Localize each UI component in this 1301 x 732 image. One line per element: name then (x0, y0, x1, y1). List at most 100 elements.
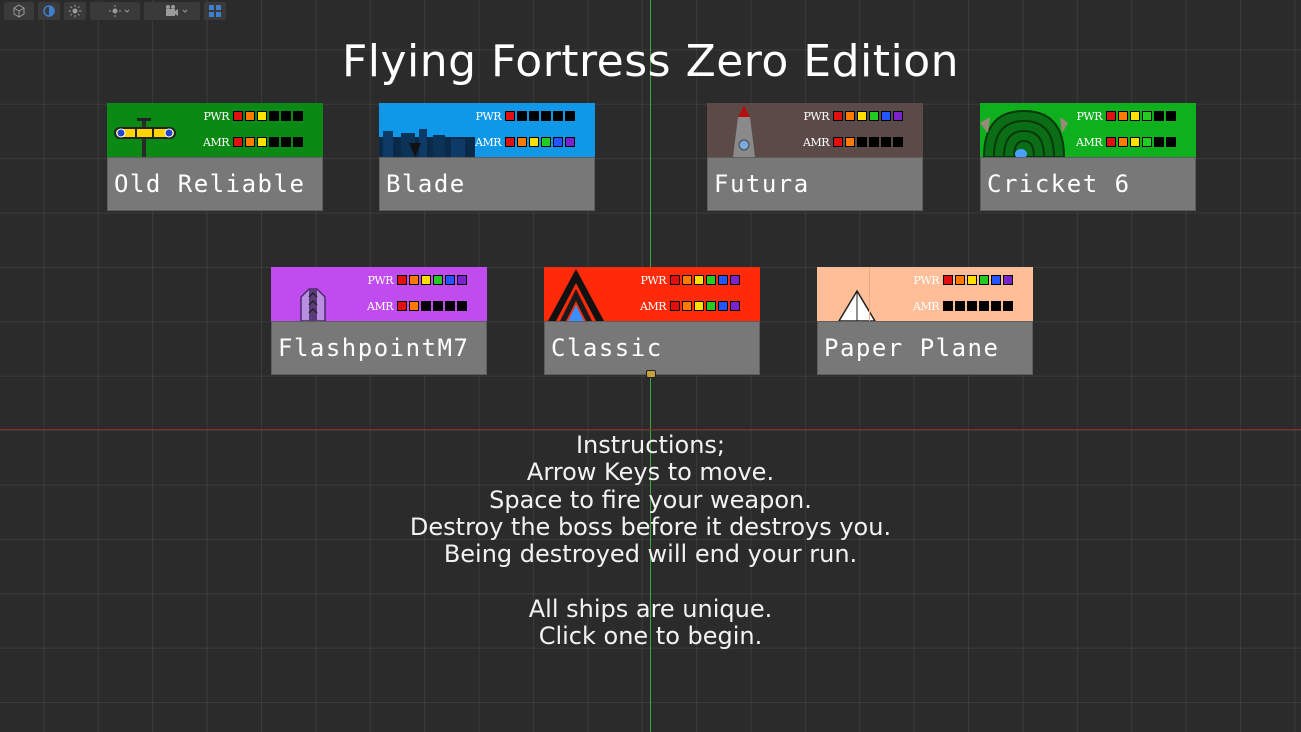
editor-toolbar (0, 0, 226, 22)
armor-pip (269, 137, 279, 147)
ship-banner: PWR AMR (107, 103, 323, 157)
ship-stats: PWR AMR (636, 273, 742, 321)
power-pip (541, 111, 551, 121)
power-pip (1118, 111, 1128, 121)
power-pip (943, 275, 953, 285)
armor-pip (1003, 301, 1013, 311)
instruction-line: All ships are unique. (528, 594, 773, 623)
power-pip (1166, 111, 1176, 121)
power-pip (682, 275, 692, 285)
armor-pip (718, 301, 728, 311)
ship-banner: PWR AMR (980, 103, 1196, 157)
ship-banner: PWR AMR (271, 267, 487, 321)
armor-pip (967, 301, 977, 311)
armor-pip (281, 137, 291, 147)
blade-ship-icon (379, 129, 475, 157)
lighting-dropdown-icon[interactable] (90, 2, 140, 20)
armor-pip (1106, 137, 1116, 147)
armor-label: AMR (1076, 135, 1103, 149)
power-label: PWR (367, 273, 394, 287)
armor-label: AMR (803, 135, 830, 149)
power-stat: PWR (471, 109, 577, 123)
armor-label: AMR (913, 299, 940, 313)
armor-pip (517, 137, 527, 147)
armor-label: AMR (367, 299, 394, 313)
power-pip (991, 275, 1001, 285)
ship-card-blade[interactable]: PWR AMR Blade (379, 103, 595, 211)
armor-pip (529, 137, 539, 147)
instruction-line: Click one to begin. (538, 622, 763, 651)
ship-card-cricket-6[interactable]: PWR AMR Cricket 6 (980, 103, 1196, 211)
armor-pip (943, 301, 953, 311)
power-pip (1130, 111, 1140, 121)
ship-card-futura[interactable]: PWR AMR Futura (707, 103, 923, 211)
armor-pip (1142, 137, 1152, 147)
power-pip (257, 111, 267, 121)
armor-pip (682, 301, 692, 311)
power-stat: PWR (799, 109, 905, 123)
power-pip (857, 111, 867, 121)
armor-stat: AMR (799, 135, 905, 149)
power-pip (955, 275, 965, 285)
scene-camera-icon[interactable] (144, 2, 200, 20)
power-pip (1003, 275, 1013, 285)
armor-stat: AMR (636, 299, 742, 313)
power-pip (967, 275, 977, 285)
armor-pip (433, 301, 443, 311)
power-pip (505, 111, 515, 121)
armor-pip (979, 301, 989, 311)
armor-pip (730, 301, 740, 311)
cube-icon[interactable] (4, 2, 34, 20)
power-pip (893, 111, 903, 121)
ship-card-flashpointm7[interactable]: PWR AMR FlashpointM7 (271, 267, 487, 375)
instruction-line: Being destroyed will end your run. (443, 540, 858, 569)
instruction-line: Destroy the boss before it destroys you. (409, 512, 892, 541)
armor-stat: AMR (1072, 135, 1178, 149)
ship-card-paper-plane[interactable]: PWR AMR Paper Plane (817, 267, 1033, 375)
cricket-ship-icon (980, 109, 1068, 157)
instructions-heading: Instructions; (575, 431, 726, 459)
armor-pip (505, 137, 515, 147)
power-pip (979, 275, 989, 285)
power-stat: PWR (1072, 109, 1178, 123)
power-pip (1142, 111, 1152, 121)
power-stat: PWR (363, 273, 469, 287)
power-label: PWR (1076, 109, 1103, 123)
power-pip (397, 275, 407, 285)
power-pip (409, 275, 419, 285)
power-stat: PWR (636, 273, 742, 287)
ship-stats: PWR AMR (199, 109, 305, 157)
armor-pip (955, 301, 965, 311)
sun-icon[interactable] (64, 2, 86, 20)
power-pip (881, 111, 891, 121)
armor-stat: AMR (199, 135, 305, 149)
armor-pip (694, 301, 704, 311)
ship-stats: PWR AMR (471, 109, 577, 157)
armor-pip (293, 137, 303, 147)
power-label: PWR (913, 273, 940, 287)
ship-name: Classic (544, 321, 760, 375)
armor-pip (670, 301, 680, 311)
power-pip (433, 275, 443, 285)
armor-pip (1166, 137, 1176, 147)
armor-pip (881, 137, 891, 147)
ship-card-classic[interactable]: PWR AMR Classic (544, 267, 760, 375)
power-pip (1106, 111, 1116, 121)
power-pip (421, 275, 431, 285)
power-pip (730, 275, 740, 285)
armor-pip (233, 137, 243, 147)
power-pip (1154, 111, 1164, 121)
contrast-icon[interactable] (38, 2, 60, 20)
power-pip (565, 111, 575, 121)
power-pip (706, 275, 716, 285)
ship-name: Cricket 6 (980, 157, 1196, 211)
power-label: PWR (203, 109, 230, 123)
armor-label: AMR (475, 135, 502, 149)
armor-pip (845, 137, 855, 147)
instructions-panel: Instructions; Arrow Keys to move. Space … (0, 431, 1301, 651)
grid-icon[interactable] (204, 2, 226, 20)
power-stat: PWR (199, 109, 305, 123)
armor-pip (397, 301, 407, 311)
ship-card-old-reliable[interactable]: PWR AMR Old Reliable (107, 103, 323, 211)
armor-pip (457, 301, 467, 311)
